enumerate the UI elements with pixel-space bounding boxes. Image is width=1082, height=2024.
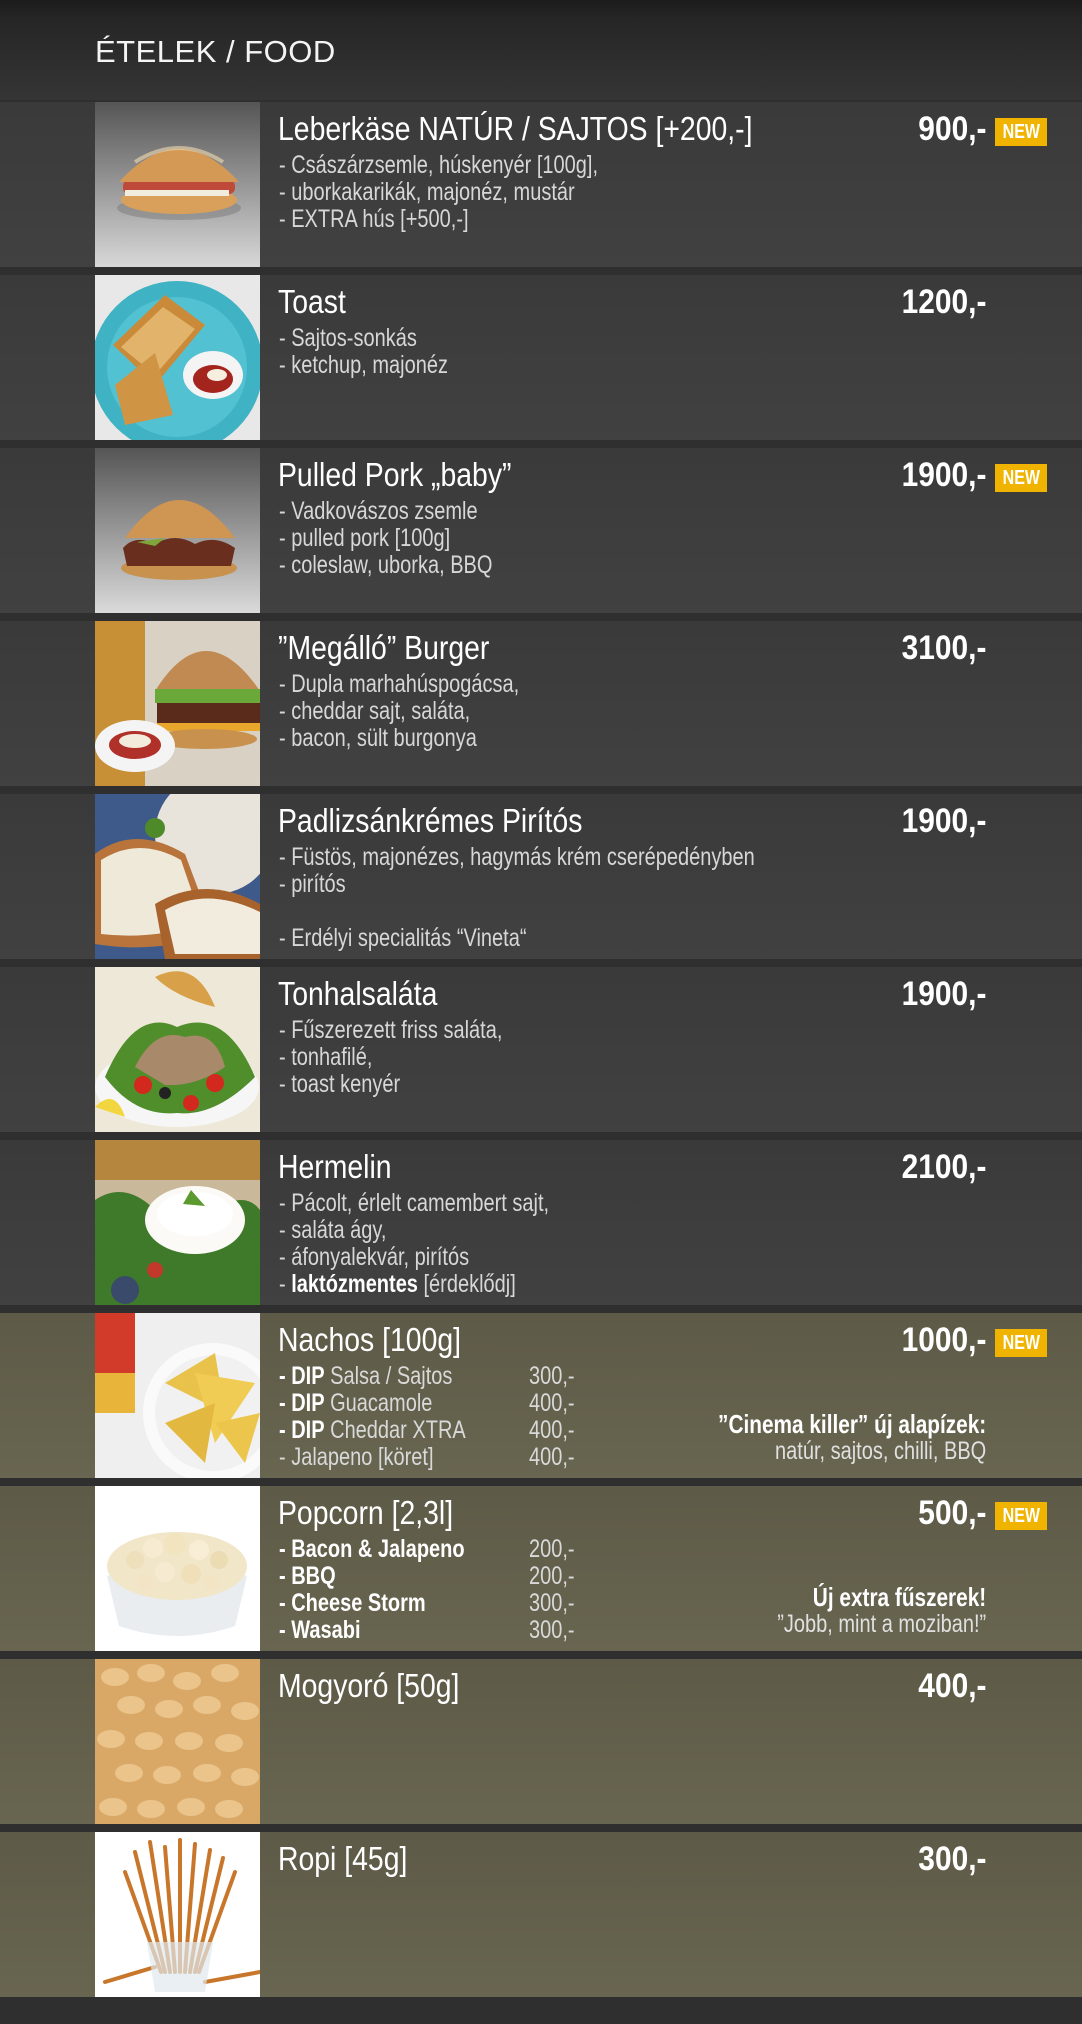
option-row: - Wasabi 300,- <box>279 1616 575 1644</box>
item-description: - Fűszerezett friss saláta, - tonhafilé,… <box>279 1016 503 1098</box>
item-name: Toast <box>278 283 346 320</box>
eggplant-spread-photo <box>95 794 260 959</box>
dip-options-list: - DIP Salsa / Sajtos 300,- - DIP Guacamol… <box>279 1363 599 1471</box>
item-description: - Császárzsemle, húskenyér [100g], - ubo… <box>279 151 599 233</box>
option-row: - Bacon & Jalapeno 200,- <box>279 1535 575 1563</box>
item-price: 500,- <box>917 1494 986 1532</box>
item-price: 400,- <box>917 1667 986 1705</box>
promo-text: ”Cinema killer” új alapízek: natúr, sajt… <box>717 1409 986 1465</box>
item-price: 1900,- <box>901 975 986 1013</box>
item-name: Leberkäse NATÚR / SAJTOS [+200,-] <box>278 110 753 147</box>
item-price: 3100,- <box>901 629 986 667</box>
new-badge: NEW <box>995 1329 1047 1357</box>
item-name: Tonhalsaláta <box>278 975 438 1012</box>
option-row: - DIP Cheddar XTRA 400,- <box>279 1416 575 1444</box>
pulled-pork-photo <box>95 448 260 613</box>
item-description: - Pácolt, érlelt camembert sajt, - salát… <box>279 1189 550 1298</box>
item-price: 2100,- <box>901 1148 986 1186</box>
menu-item-mogyoro[interactable]: Mogyoró [50g] 400,- <box>0 1659 1082 1824</box>
menu-item-pulled-pork[interactable]: Pulled Pork „baby” - Vadkovászos zsemle … <box>0 448 1082 613</box>
option-row: - Cheese Storm 300,- <box>279 1589 575 1617</box>
popcorn-photo <box>95 1486 260 1651</box>
item-price: 1000,- <box>901 1321 986 1359</box>
toast-photo <box>95 275 260 440</box>
new-badge: NEW <box>995 1502 1047 1530</box>
item-description: - Füstös, majonézes, hagymás krém cserép… <box>279 843 755 952</box>
hermelin-photo <box>95 1140 260 1305</box>
item-price: 1200,- <box>901 283 986 321</box>
menu-item-ropi[interactable]: Ropi [45g] 300,- <box>0 1832 1082 1997</box>
item-name: Pulled Pork „baby” <box>278 456 512 493</box>
item-description: - Sajtos-sonkás - ketchup, majonéz <box>279 324 448 379</box>
item-name: Padlizsánkrémes Pirítós <box>278 802 583 839</box>
menu-item-leberkase[interactable]: Leberkäse NATÚR / SAJTOS [+200,-] - Csás… <box>0 102 1082 267</box>
new-badge: NEW <box>995 118 1047 146</box>
menu-item-popcorn[interactable]: Popcorn [2,3l] - Bacon & Jalapeno 200,- -… <box>0 1486 1082 1651</box>
menu-item-padlizsankremes-piritos[interactable]: Padlizsánkrémes Pirítós - Füstös, majoné… <box>0 794 1082 959</box>
promo-text: Új extra fűszerek! ”Jobb, mint a moziban… <box>777 1582 986 1638</box>
leberkase-photo <box>95 102 260 267</box>
page-title: ÉTELEK / FOOD <box>95 34 336 69</box>
option-row: - BBQ 200,- <box>279 1562 575 1590</box>
item-description: - Dupla marhahúspogácsa, - cheddar sajt,… <box>279 670 520 752</box>
menu-item-tonhalsalata[interactable]: Tonhalsaláta - Fűszerezett friss saláta,… <box>0 967 1082 1132</box>
item-price: 300,- <box>917 1840 986 1878</box>
item-description: - Vadkovászos zsemle - pulled pork [100g… <box>279 497 493 579</box>
item-name: Mogyoró [50g] <box>278 1667 460 1704</box>
burger-photo <box>95 621 260 786</box>
item-name: Hermelin <box>278 1148 392 1185</box>
pretzel-sticks-photo <box>95 1832 260 1997</box>
item-price: 900,- <box>917 110 986 148</box>
flavor-options-list: - Bacon & Jalapeno 200,- - BBQ 200,- - Che… <box>279 1536 599 1644</box>
tuna-salad-photo <box>95 967 260 1132</box>
menu-item-toast[interactable]: Toast - Sajtos-sonkás - ketchup, majonéz… <box>0 275 1082 440</box>
option-row: - DIP Guacamole 400,- <box>279 1389 575 1417</box>
item-name: ”Megálló” Burger <box>278 629 490 666</box>
peanuts-photo <box>95 1659 260 1824</box>
menu-item-nachos[interactable]: Nachos [100g] - DIP Salsa / Sajtos 300,- … <box>0 1313 1082 1478</box>
item-price: 1900,- <box>901 802 986 840</box>
menu-item-hermelin[interactable]: Hermelin - Pácolt, érlelt camembert sajt… <box>0 1140 1082 1305</box>
item-name: Ropi [45g] <box>278 1840 408 1877</box>
nachos-photo <box>95 1313 260 1478</box>
new-badge: NEW <box>995 464 1047 492</box>
option-row: - DIP Salsa / Sajtos 300,- <box>279 1362 575 1390</box>
menu-item-megallo-burger[interactable]: ”Megálló” Burger - Dupla marhahúspogácsa… <box>0 621 1082 786</box>
item-name: Popcorn [2,3l] <box>278 1494 454 1531</box>
item-price: 1900,- <box>901 456 986 494</box>
item-name: Nachos [100g] <box>278 1321 462 1358</box>
option-row: - Jalapeno [köret] 400,- <box>279 1443 575 1471</box>
